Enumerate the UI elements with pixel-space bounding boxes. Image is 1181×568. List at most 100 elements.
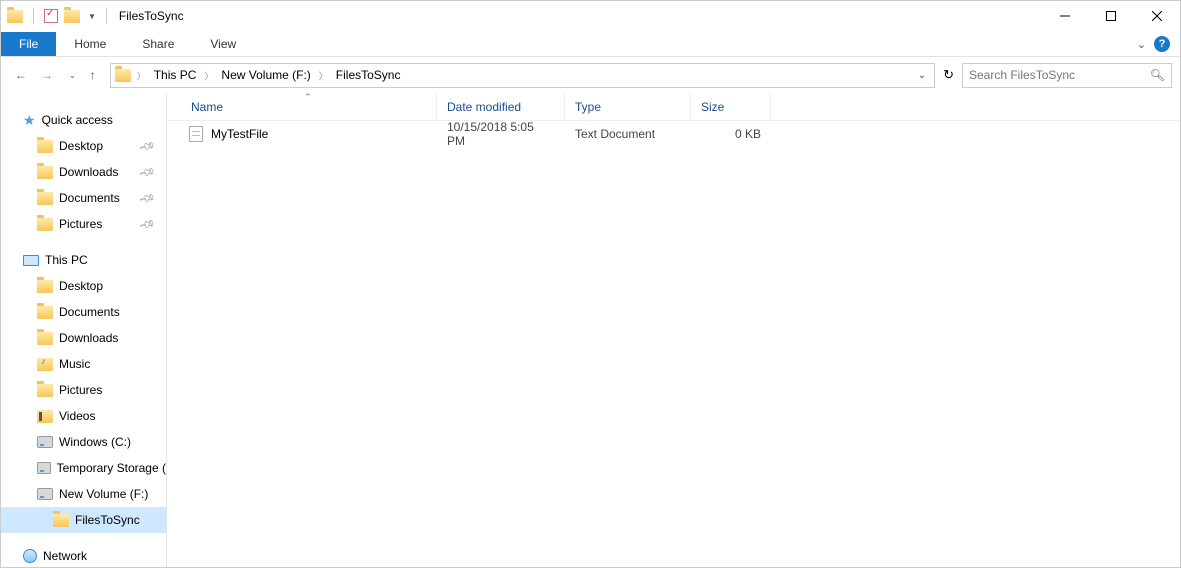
minimize-button[interactable] <box>1042 1 1088 32</box>
help-icon[interactable]: ? <box>1154 36 1170 52</box>
nav-label: Desktop <box>59 139 103 153</box>
separator <box>33 8 34 24</box>
chevron-right-icon[interactable]: 〉 <box>133 69 150 82</box>
breadcrumb-volume[interactable]: New Volume (F:) <box>217 64 314 87</box>
tab-file[interactable]: File <box>1 32 56 56</box>
nav-documents[interactable]: Documents 📌︎ <box>1 185 166 211</box>
nav-drive-c[interactable]: Windows (C:) <box>1 429 166 455</box>
nav-label: Windows (C:) <box>59 435 131 449</box>
column-type[interactable]: Type <box>565 93 691 120</box>
nav-network[interactable]: Network <box>1 543 166 567</box>
file-list-pane: Name Date modified Type Size ⌃ MyTestFil… <box>167 93 1180 567</box>
tab-share[interactable]: Share <box>124 32 192 56</box>
column-size[interactable]: Size <box>691 93 771 120</box>
pin-icon: 📌︎ <box>138 137 157 155</box>
sort-indicator-icon: ⌃ <box>304 92 312 103</box>
separator <box>106 8 107 24</box>
network-icon <box>23 549 37 563</box>
file-list: MyTestFile 10/15/2018 5:05 PM Text Docum… <box>167 121 1180 147</box>
nav-drive-f[interactable]: New Volume (F:) <box>1 481 166 507</box>
nav-section-this-pc: This PC Desktop Documents Downloads Musi… <box>1 247 166 533</box>
breadcrumb-this-pc[interactable]: This PC <box>150 64 201 87</box>
pin-icon: 📌︎ <box>138 215 157 233</box>
nav-label: Documents <box>59 305 120 319</box>
column-name[interactable]: Name <box>167 93 437 120</box>
drive-icon <box>37 488 53 500</box>
nav-desktop[interactable]: Desktop 📌︎ <box>1 133 166 159</box>
breadcrumb-label: New Volume (F:) <box>221 68 310 82</box>
address-dropdown-icon[interactable]: ⌄ <box>918 70 926 81</box>
drive-icon <box>37 436 53 448</box>
new-folder-icon[interactable] <box>64 10 80 23</box>
nav-pc-music[interactable]: Music <box>1 351 166 377</box>
nav-pc-downloads[interactable]: Downloads <box>1 325 166 351</box>
maximize-button[interactable] <box>1088 1 1134 32</box>
music-folder-icon <box>37 358 53 371</box>
forward-button[interactable]: → <box>41 68 53 82</box>
breadcrumb-label: FilesToSync <box>336 68 401 82</box>
folder-icon <box>37 332 53 345</box>
pin-icon: 📌︎ <box>138 189 157 207</box>
nav-this-pc[interactable]: This PC <box>1 247 166 273</box>
drive-icon <box>37 462 51 474</box>
column-label: Name <box>191 100 223 114</box>
nav-label: Quick access <box>42 113 113 127</box>
column-headers: Name Date modified Type Size <box>167 93 1180 121</box>
up-button[interactable]: ↑ <box>90 68 96 82</box>
main-area: ★ Quick access Desktop 📌︎ Downloads 📌︎ D… <box>1 93 1180 567</box>
nav-label: Temporary Storage ( <box>57 461 166 475</box>
nav-downloads[interactable]: Downloads 📌︎ <box>1 159 166 185</box>
location-folder-icon <box>115 69 131 82</box>
address-row: ← → ⌄ ↑ 〉 This PC 〉 New Volume (F:) 〉 Fi… <box>1 57 1180 93</box>
nav-drive-temp[interactable]: Temporary Storage ( <box>1 455 166 481</box>
nav-pc-desktop[interactable]: Desktop <box>1 273 166 299</box>
file-row[interactable]: MyTestFile 10/15/2018 5:05 PM Text Docum… <box>167 121 1180 147</box>
nav-pc-videos[interactable]: Videos <box>1 403 166 429</box>
video-folder-icon <box>37 410 53 423</box>
column-date[interactable]: Date modified <box>437 93 565 120</box>
titlebar: ▼ FilesToSync <box>1 1 1180 32</box>
window-title: FilesToSync <box>119 9 184 23</box>
column-label: Date modified <box>447 100 521 114</box>
back-button[interactable]: ← <box>15 68 27 82</box>
breadcrumb-current[interactable]: FilesToSync <box>332 64 405 87</box>
chevron-right-icon[interactable]: 〉 <box>315 69 332 82</box>
history-dropdown-icon[interactable]: ⌄ <box>69 71 76 80</box>
column-label: Size <box>701 100 724 114</box>
qat-dropdown-icon[interactable]: ▼ <box>88 12 96 21</box>
folder-icon <box>53 514 69 527</box>
quick-access-toolbar: ▼ <box>1 8 111 24</box>
nav-pc-pictures[interactable]: Pictures <box>1 377 166 403</box>
nav-label: Network <box>43 549 87 563</box>
folder-icon <box>37 384 53 397</box>
pin-icon: 📌︎ <box>138 163 157 181</box>
file-date-cell: 10/15/2018 5:05 PM <box>437 120 565 148</box>
close-button[interactable] <box>1134 1 1180 32</box>
folder-icon <box>37 280 53 293</box>
file-name-cell: MyTestFile <box>167 126 437 142</box>
folder-icon <box>7 10 23 23</box>
search-box[interactable]: 🔍︎ <box>962 63 1172 88</box>
folder-icon <box>37 306 53 319</box>
nav-label: Pictures <box>59 217 102 231</box>
ribbon-expand-icon[interactable]: ⌄ <box>1137 38 1146 51</box>
search-icon[interactable]: 🔍︎ <box>1150 68 1165 82</box>
file-type-cell: Text Document <box>565 127 691 141</box>
tab-view[interactable]: View <box>192 32 254 56</box>
refresh-button[interactable]: ↻ <box>943 67 954 83</box>
nav-arrows: ← → ⌄ ↑ <box>9 68 102 82</box>
nav-section-network: Network <box>1 543 166 567</box>
nav-pictures[interactable]: Pictures 📌︎ <box>1 211 166 237</box>
address-bar[interactable]: 〉 This PC 〉 New Volume (F:) 〉 FilesToSyn… <box>110 63 935 88</box>
properties-icon[interactable] <box>44 9 58 23</box>
nav-quick-access[interactable]: ★ Quick access <box>1 107 166 133</box>
nav-pc-documents[interactable]: Documents <box>1 299 166 325</box>
star-icon: ★ <box>23 112 36 129</box>
chevron-right-icon[interactable]: 〉 <box>200 69 217 82</box>
search-input[interactable] <box>969 68 1150 82</box>
nav-filestosync[interactable]: FilesToSync <box>1 507 166 533</box>
nav-label: Desktop <box>59 279 103 293</box>
tab-home[interactable]: Home <box>56 32 124 56</box>
nav-label: New Volume (F:) <box>59 487 148 501</box>
nav-label: Videos <box>59 409 95 423</box>
